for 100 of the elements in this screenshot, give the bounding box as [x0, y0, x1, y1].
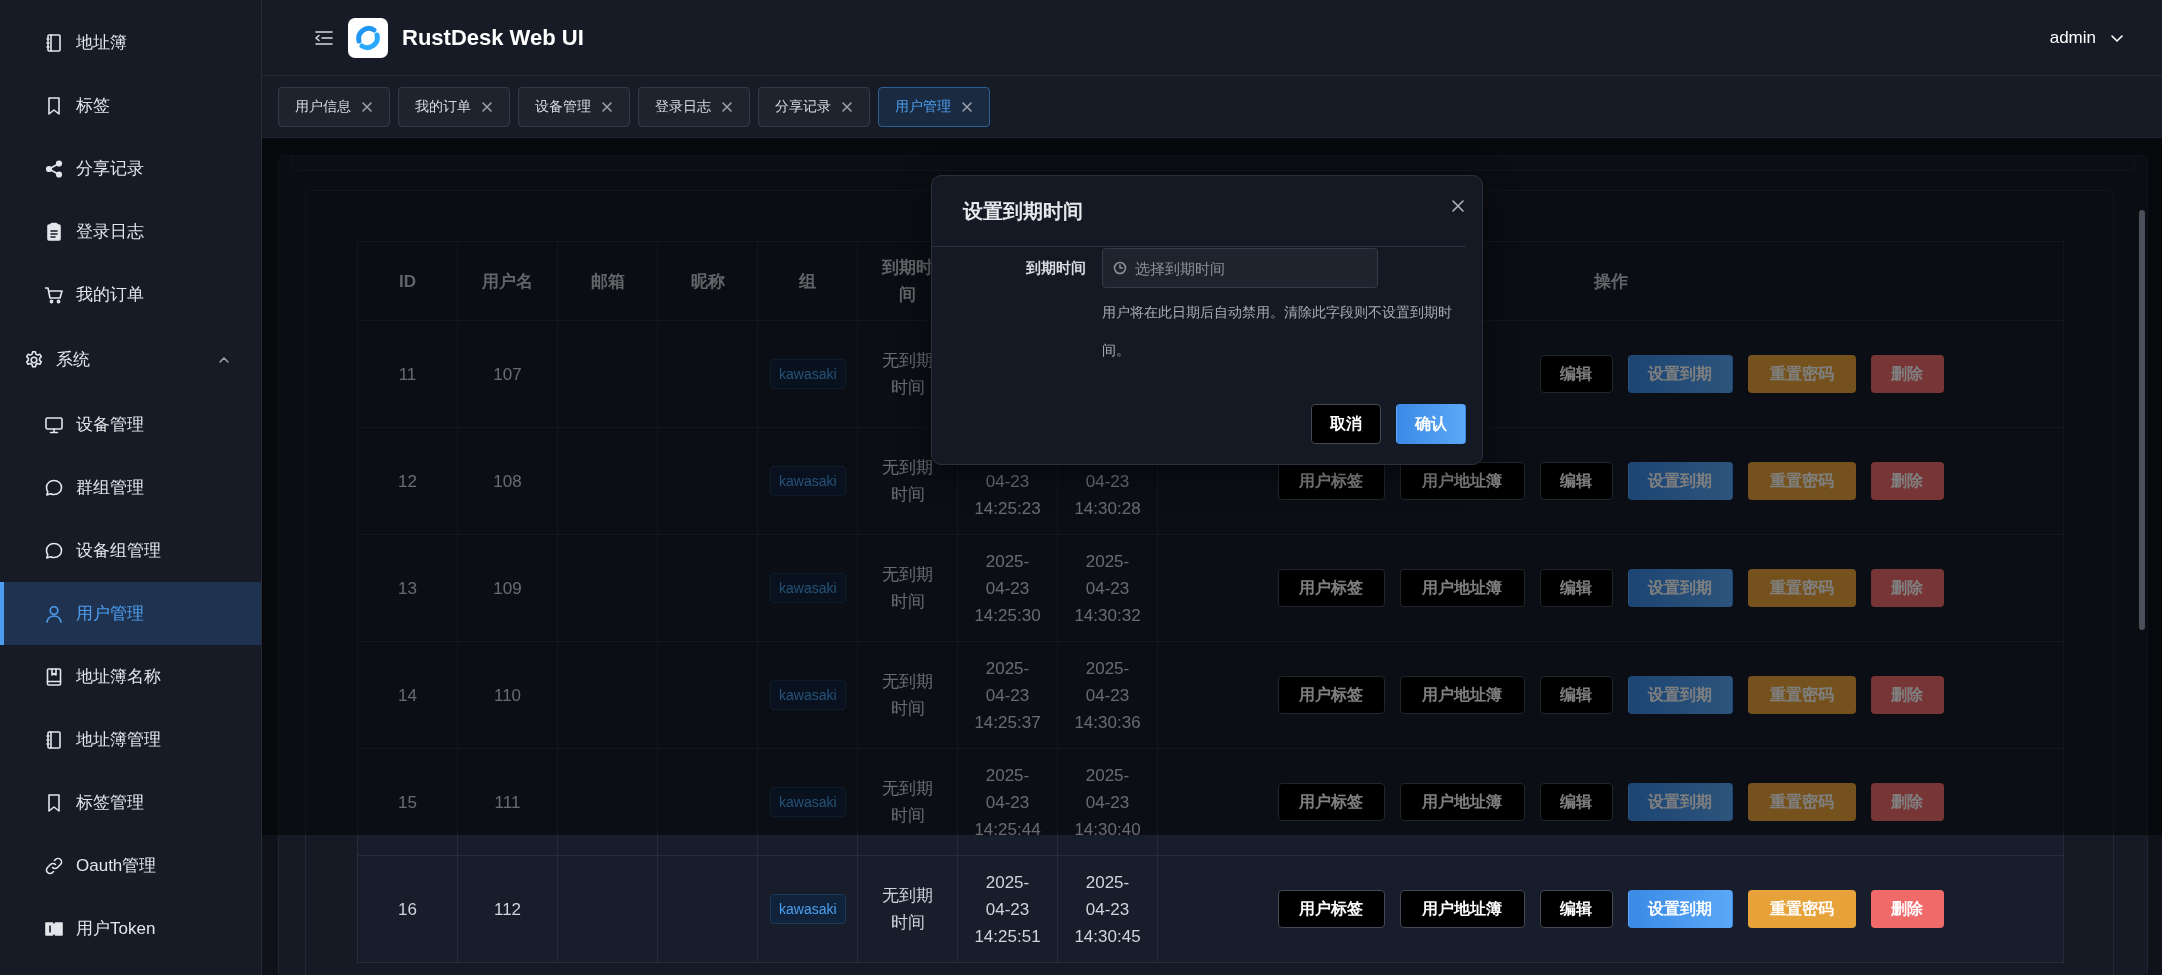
table-cell-text: 2025- 04-23 14:25:37 — [974, 659, 1041, 732]
sidebar-item[interactable]: 群组管理 — [0, 456, 261, 519]
group-tag: kawasaki — [770, 466, 846, 496]
column-header: 用户名 — [457, 241, 558, 321]
table-cell-text: 无到期时间 — [882, 672, 933, 718]
menu-group-label: 系统 — [56, 349, 90, 371]
table-cell-text: 2025- 04-23 14:30:36 — [1074, 659, 1141, 732]
menu-group[interactable]: 系统 — [0, 326, 261, 393]
clock-icon — [1113, 261, 1127, 275]
sidebar-item[interactable]: 标签管理 — [0, 771, 261, 834]
column-header: 邮箱 — [557, 241, 658, 321]
group-tag: kawasaki — [770, 894, 846, 924]
table-cell-text: 2025- 04-23 14:30:32 — [1074, 552, 1141, 625]
speech-bubble-icon — [44, 477, 64, 498]
close-icon[interactable] — [361, 100, 373, 113]
sidebar-item[interactable]: 分享记录 — [0, 137, 261, 200]
book-icon — [44, 666, 64, 687]
table-cell-text: 2025- 04-23 14:30:40 — [1074, 766, 1141, 839]
action-button[interactable]: 用户地址簿 — [1399, 462, 1525, 500]
column-header: 昵称 — [657, 241, 758, 321]
person-icon — [44, 603, 64, 624]
table-cell-text: 112 — [493, 899, 522, 919]
action-button[interactable]: 设置到期 — [1627, 890, 1733, 928]
monitor-icon — [44, 414, 64, 435]
close-icon[interactable] — [841, 100, 853, 113]
sidebar-item[interactable]: 我的订单 — [0, 263, 261, 326]
table-cell-text: 15 — [398, 792, 417, 812]
speech-bubble-icon — [44, 540, 64, 561]
table-cell-text: 11 — [398, 364, 417, 384]
menu-icon[interactable] — [314, 29, 334, 46]
share-icon — [44, 158, 64, 179]
table-cell-text: 2025- 04-23 14:25:44 — [974, 766, 1041, 839]
dialog-title: 设置到期时间 — [963, 198, 1083, 224]
table-cell-text: 2025- 04-23 14:25:30 — [974, 552, 1041, 625]
action-button[interactable]: 用户地址簿 — [1399, 783, 1525, 821]
table-cell-text: 108 — [493, 471, 522, 491]
table-cell-text: 无到期时间 — [882, 779, 933, 825]
sidebar-item[interactable]: 标签 — [0, 74, 261, 137]
sidebar-item[interactable]: 用户管理 — [0, 582, 261, 645]
column-header: ID — [357, 241, 458, 321]
close-icon[interactable] — [961, 100, 973, 113]
field-label: 到期时间 — [1025, 258, 1086, 278]
close-icon[interactable] — [601, 100, 613, 113]
action-button[interactable]: 删除 — [1870, 890, 1944, 928]
tab[interactable]: 用户管理 — [878, 86, 990, 127]
action-button[interactable]: 用户地址簿 — [1399, 569, 1525, 607]
clipboard-icon — [44, 221, 64, 242]
action-button[interactable]: 用户标签 — [1277, 569, 1385, 607]
tab[interactable]: 登录日志 — [638, 86, 750, 127]
cancel-button[interactable]: 取消 — [1311, 404, 1381, 444]
action-button[interactable]: 编辑 — [1539, 462, 1613, 500]
table-cell-text: 2025- 04-23 14:30:45 — [1074, 873, 1141, 946]
tab[interactable]: 用户信息 — [278, 86, 390, 127]
action-button[interactable]: 用户标签 — [1277, 890, 1385, 928]
table-cell-text: 107 — [493, 364, 522, 384]
sidebar-item[interactable]: 地址簿 — [0, 11, 261, 74]
sidebar-item[interactable]: 设备组管理 — [0, 519, 261, 582]
logo-icon — [348, 17, 388, 58]
column-header: 组 — [757, 241, 858, 321]
table-cell-text: 13 — [398, 578, 417, 598]
scrollbar[interactable] — [2139, 210, 2145, 630]
sidebar-item[interactable]: 地址簿管理 — [0, 708, 261, 771]
gear-icon — [24, 349, 44, 370]
cart-icon — [44, 284, 64, 305]
table-cell-text: 无到期时间 — [882, 565, 933, 611]
table-cell-text: 04-23 14:30:28 — [1074, 472, 1141, 518]
action-button[interactable]: 编辑 — [1539, 569, 1613, 607]
tab[interactable]: 设备管理 — [518, 86, 630, 127]
tab[interactable]: 我的订单 — [398, 86, 510, 127]
table-cell-text: 110 — [493, 685, 522, 705]
action-button[interactable]: 编辑 — [1539, 783, 1613, 821]
close-icon[interactable] — [721, 100, 733, 113]
user-menu[interactable]: admin — [2049, 27, 2124, 48]
sidebar-item[interactable]: 登录日志 — [0, 200, 261, 263]
action-button[interactable]: 用户地址簿 — [1399, 676, 1525, 714]
confirm-button[interactable]: 确认 — [1396, 404, 1466, 444]
notebook-icon — [44, 729, 64, 750]
action-button[interactable]: 用户标签 — [1277, 783, 1385, 821]
sidebar-item[interactable]: 地址簿名称 — [0, 645, 261, 708]
table-cell-text: 109 — [493, 578, 522, 598]
tab[interactable]: 分享记录 — [758, 86, 870, 127]
table-cell-text: 111 — [494, 792, 521, 812]
date-picker-field[interactable]: 选择到期时间 — [1102, 248, 1378, 288]
action-button[interactable]: 编辑 — [1539, 890, 1613, 928]
table-cell-text: 无到期时间 — [882, 458, 933, 504]
action-button[interactable]: 编辑 — [1539, 355, 1613, 393]
close-icon[interactable] — [481, 100, 493, 113]
action-button[interactable]: 编辑 — [1539, 676, 1613, 714]
sidebar-item[interactable]: 用户Token — [0, 897, 261, 960]
link-icon — [44, 855, 64, 876]
table-cell-text: 04-23 14:25:23 — [974, 472, 1041, 518]
group-tag: kawasaki — [770, 680, 846, 710]
action-button[interactable]: 用户标签 — [1277, 676, 1385, 714]
sidebar-item[interactable]: Oauth管理 — [0, 834, 261, 897]
action-button[interactable]: 用户地址簿 — [1399, 890, 1525, 928]
close-icon[interactable] — [1450, 198, 1466, 214]
table-cell-text: 无到期时间 — [882, 886, 933, 932]
sidebar-item[interactable]: 设备管理 — [0, 393, 261, 456]
table-cell-text: 16 — [398, 899, 417, 919]
group-tag: kawasaki — [770, 573, 846, 603]
